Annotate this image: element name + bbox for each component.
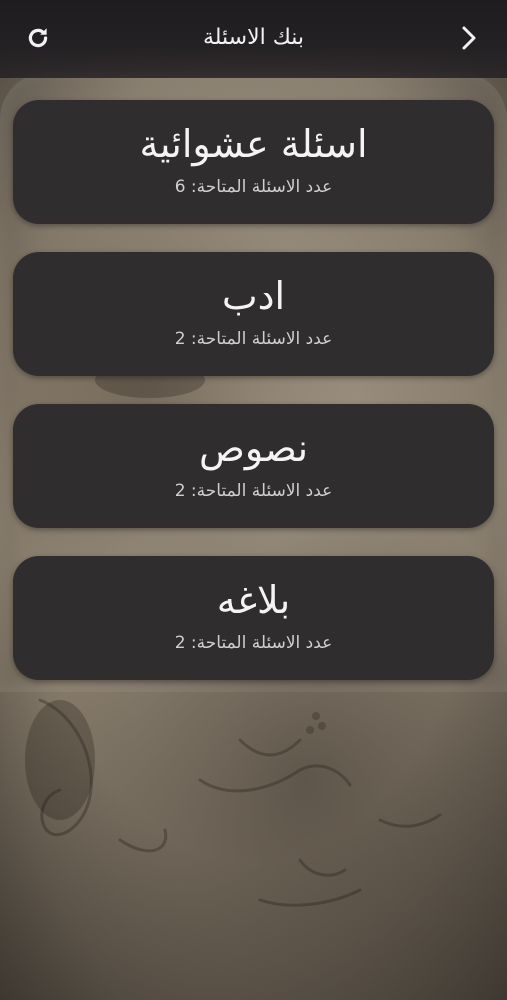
category-card-literature[interactable]: ادب عدد الاسئلة المتاحة: 2	[13, 252, 494, 376]
category-title: نصوص	[198, 426, 309, 470]
category-question-count: عدد الاسئلة المتاحة: 2	[174, 633, 333, 653]
back-button[interactable]	[453, 22, 485, 54]
chevron-right-icon	[462, 26, 476, 50]
app-screen: بنك الاسئلة اسئلة عشوائية عدد الاسئلة ال…	[0, 0, 507, 1000]
top-app-bar: بنك الاسئلة	[0, 0, 507, 78]
category-title: بلاغه	[216, 578, 291, 622]
page-title: بنك الاسئلة	[202, 25, 305, 50]
category-question-count: عدد الاسئلة المتاحة: 2	[174, 481, 333, 501]
category-card-rhetoric[interactable]: بلاغه عدد الاسئلة المتاحة: 2	[13, 556, 494, 680]
category-card-texts[interactable]: نصوص عدد الاسئلة المتاحة: 2	[13, 404, 494, 528]
category-card-random[interactable]: اسئلة عشوائية عدد الاسئلة المتاحة: 6	[13, 100, 494, 224]
category-question-count: عدد الاسئلة المتاحة: 6	[174, 177, 333, 197]
category-question-count: عدد الاسئلة المتاحة: 2	[174, 329, 333, 349]
category-title: اسئلة عشوائية	[139, 122, 368, 166]
category-title: ادب	[221, 274, 286, 318]
category-list: اسئلة عشوائية عدد الاسئلة المتاحة: 6 ادب…	[13, 100, 494, 708]
